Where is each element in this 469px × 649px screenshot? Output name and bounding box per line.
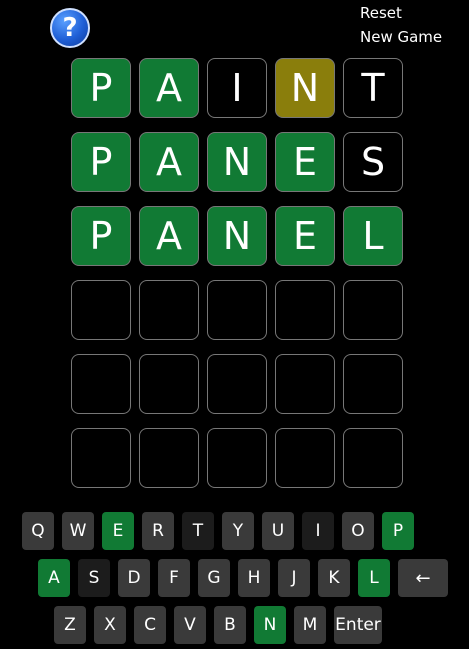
backspace-key[interactable]: ← — [398, 559, 448, 597]
empty-tile — [71, 354, 131, 414]
letter-tile: E — [275, 132, 335, 192]
empty-tile — [139, 428, 199, 488]
reset-button[interactable]: Reset — [360, 3, 442, 27]
letter-tile: S — [343, 132, 403, 192]
letter-tile: N — [275, 58, 335, 118]
key-m[interactable]: M — [294, 606, 326, 644]
empty-tile — [207, 280, 267, 340]
keyboard-row: Z X C V B N M Enter — [54, 606, 382, 644]
key-s[interactable]: S — [78, 559, 110, 597]
new-game-button[interactable]: New Game — [360, 27, 442, 51]
enter-key[interactable]: Enter — [334, 606, 382, 644]
key-q[interactable]: Q — [22, 512, 54, 550]
letter-tile: A — [139, 132, 199, 192]
letter-tile: P — [71, 58, 131, 118]
empty-tile — [343, 280, 403, 340]
key-j[interactable]: J — [278, 559, 310, 597]
letter-tile: N — [207, 132, 267, 192]
key-u[interactable]: U — [262, 512, 294, 550]
empty-tile — [343, 428, 403, 488]
letter-tile: E — [275, 206, 335, 266]
letter-tile: N — [207, 206, 267, 266]
letter-tile: A — [139, 58, 199, 118]
key-f[interactable]: F — [158, 559, 190, 597]
key-g[interactable]: G — [198, 559, 230, 597]
key-t[interactable]: T — [182, 512, 214, 550]
key-x[interactable]: X — [94, 606, 126, 644]
letter-tile: P — [71, 132, 131, 192]
empty-tile — [207, 354, 267, 414]
key-i[interactable]: I — [302, 512, 334, 550]
key-c[interactable]: C — [134, 606, 166, 644]
key-r[interactable]: R — [142, 512, 174, 550]
key-l[interactable]: L — [358, 559, 390, 597]
empty-tile — [71, 280, 131, 340]
game-menu: Reset New Game — [360, 3, 442, 51]
key-a[interactable]: A — [38, 559, 70, 597]
keyboard-row: QWERTYUIOP — [22, 512, 414, 550]
key-z[interactable]: Z — [54, 606, 86, 644]
empty-tile — [71, 428, 131, 488]
keyboard-row: A S D F G H J K L ← — [38, 559, 448, 597]
key-d[interactable]: D — [118, 559, 150, 597]
key-n[interactable]: N — [254, 606, 286, 644]
help-icon[interactable]: ? — [50, 8, 90, 48]
empty-tile — [139, 280, 199, 340]
empty-tile — [275, 428, 335, 488]
letter-tile: A — [139, 206, 199, 266]
key-v[interactable]: V — [174, 606, 206, 644]
key-k[interactable]: K — [318, 559, 350, 597]
key-h[interactable]: H — [238, 559, 270, 597]
letter-tile: I — [207, 58, 267, 118]
letter-tile: L — [343, 206, 403, 266]
key-w[interactable]: W — [62, 512, 94, 550]
letter-tile: P — [71, 206, 131, 266]
letter-tile: T — [343, 58, 403, 118]
key-y[interactable]: Y — [222, 512, 254, 550]
empty-tile — [207, 428, 267, 488]
key-o[interactable]: O — [342, 512, 374, 550]
key-b[interactable]: B — [214, 606, 246, 644]
empty-tile — [275, 354, 335, 414]
guess-grid: PAINTPANESPANEL — [71, 58, 403, 488]
key-e[interactable]: E — [102, 512, 134, 550]
empty-tile — [139, 354, 199, 414]
key-p[interactable]: P — [382, 512, 414, 550]
empty-tile — [343, 354, 403, 414]
empty-tile — [275, 280, 335, 340]
